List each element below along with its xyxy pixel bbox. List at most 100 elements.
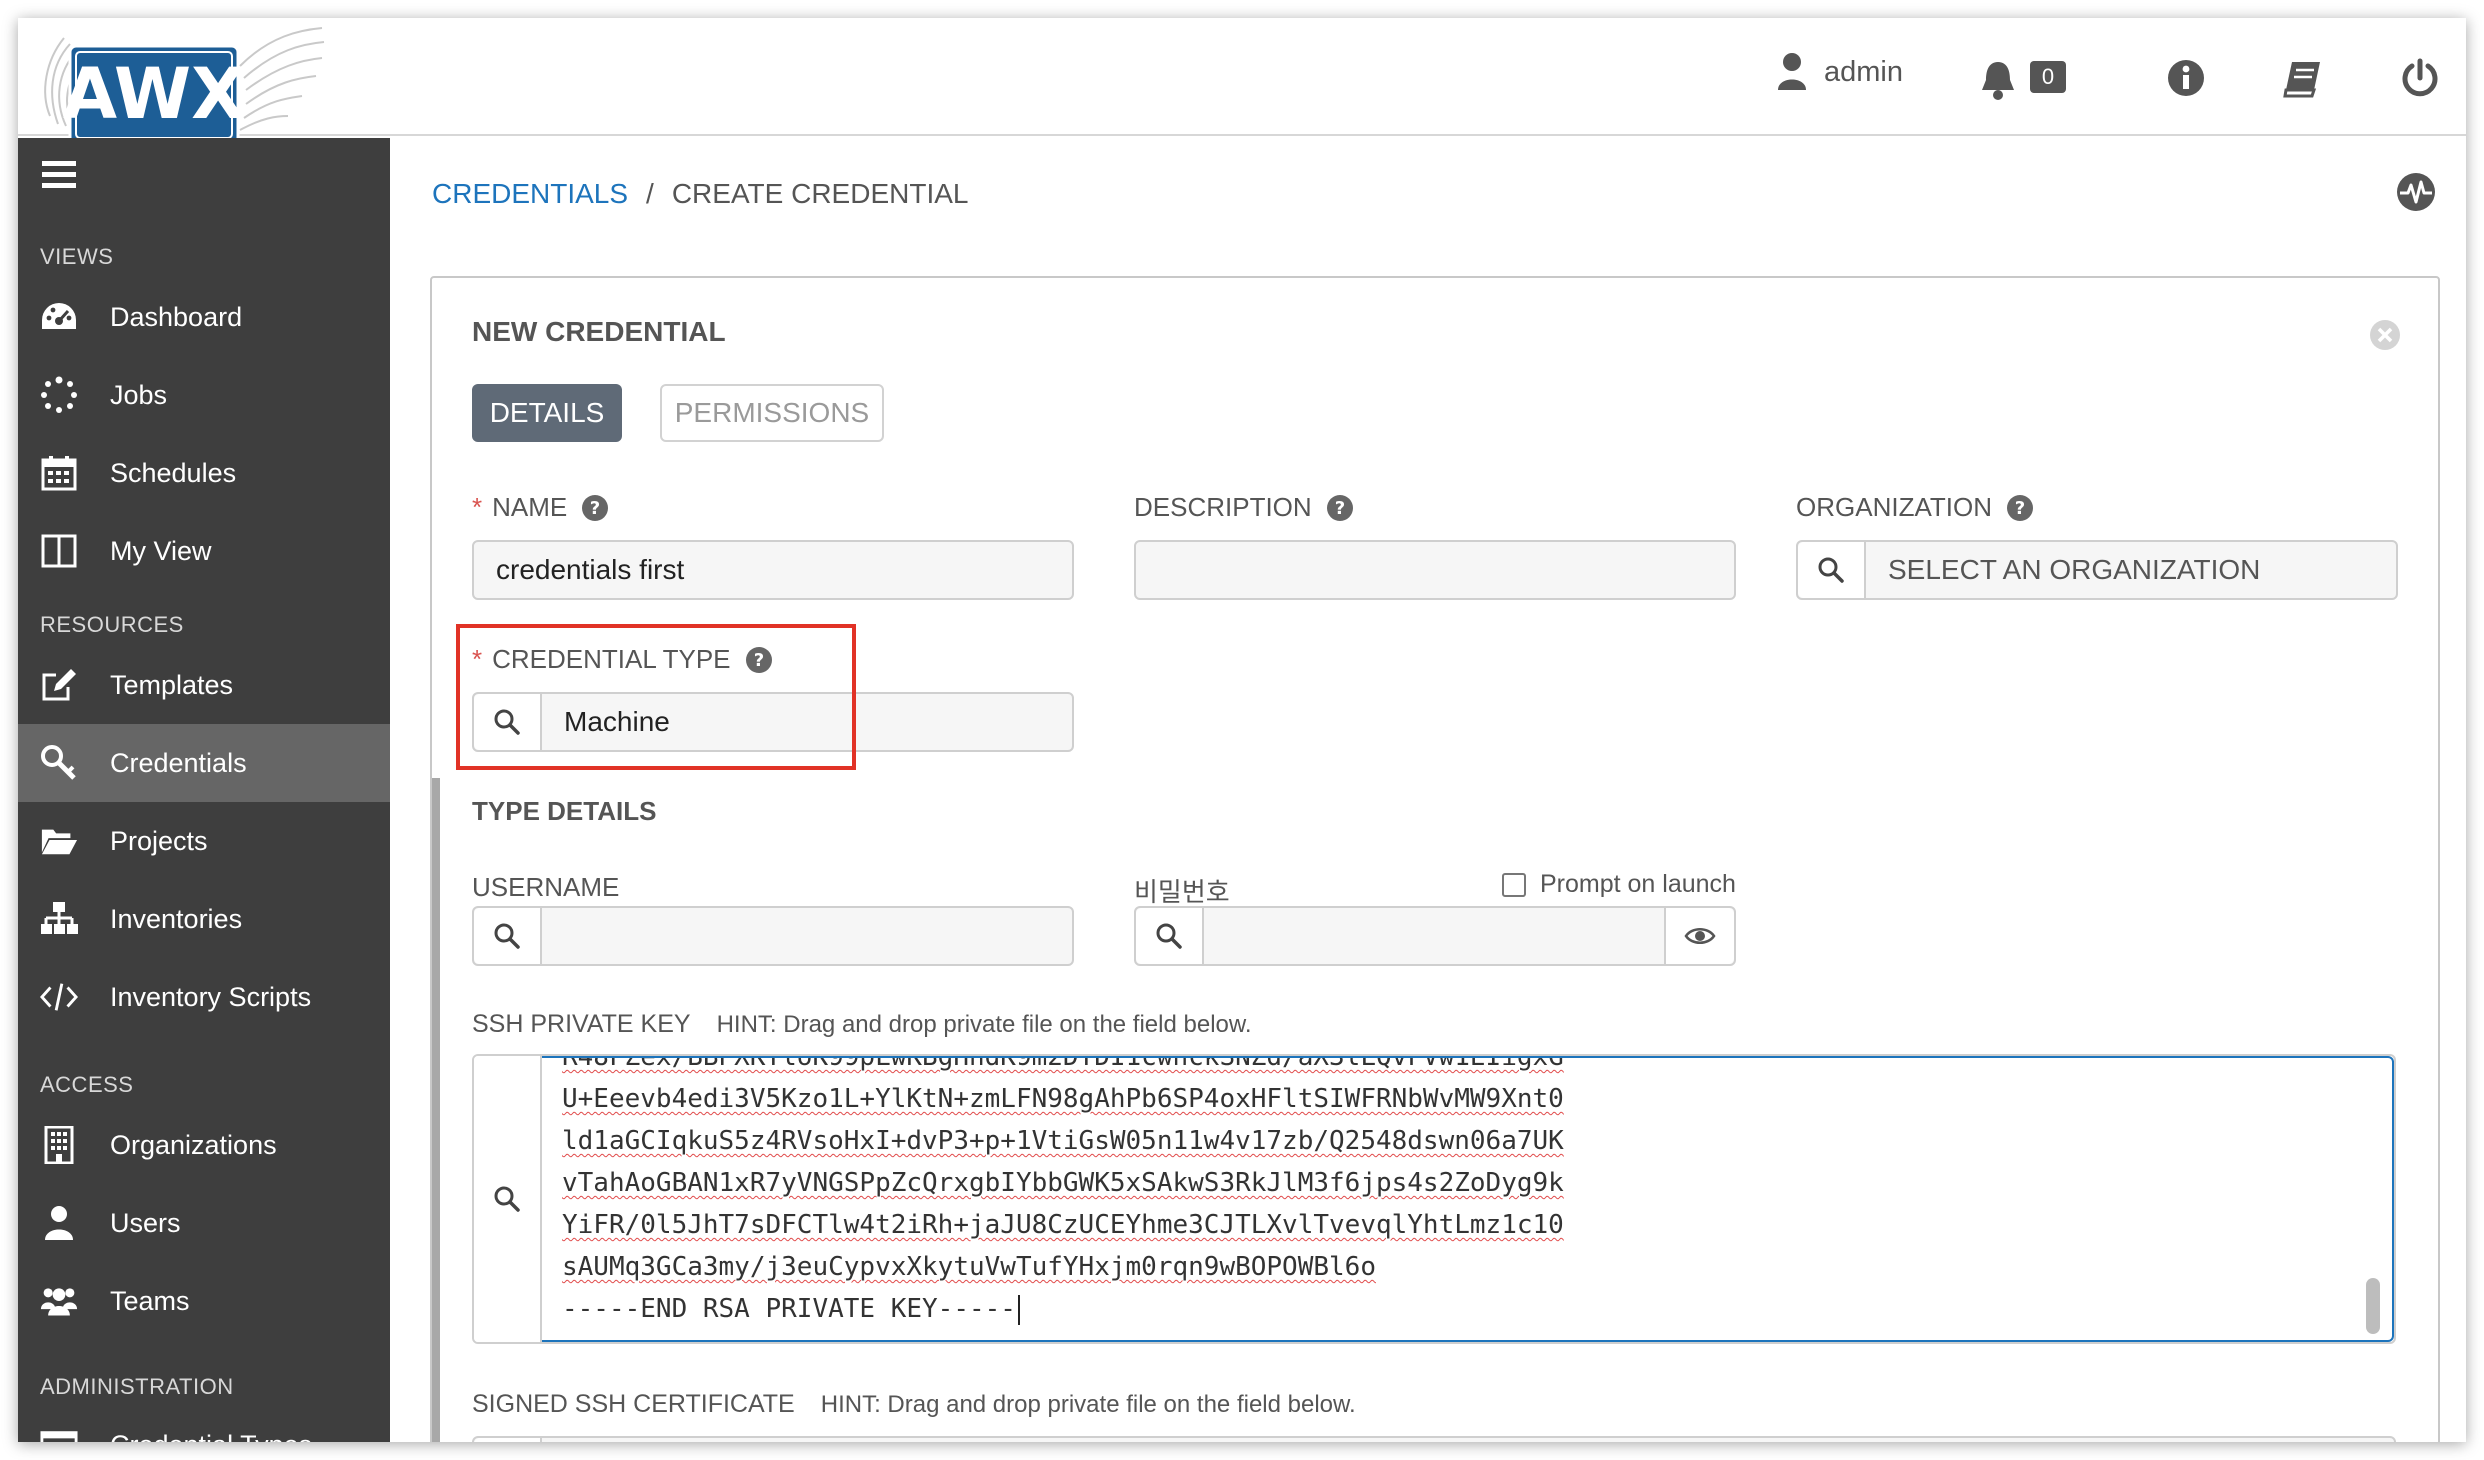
username-search-button[interactable] <box>474 908 542 964</box>
panel-scroll-indicator[interactable] <box>432 778 440 1442</box>
logout-button[interactable] <box>2400 58 2440 103</box>
power-icon <box>2402 58 2438 97</box>
app-window: AWX admin 0 VIEWS Dashboard Jobs Schedul… <box>18 18 2466 1442</box>
ssh-key-scrollbar[interactable] <box>2366 1278 2380 1334</box>
signed-cert-hint: HINT: Drag and drop private file on the … <box>820 1390 1356 1418</box>
jobs-spinner-icon <box>40 376 78 414</box>
panel-title: NEW CREDENTIAL <box>472 316 726 347</box>
password-input[interactable] <box>1134 906 1736 966</box>
ssh-key-line: -----END RSA PRIVATE KEY----- <box>562 1294 1016 1324</box>
ssh-key-hint: HINT: Drag and drop private file on the … <box>716 1010 1252 1038</box>
bell-icon <box>1982 62 2014 100</box>
user-name: admin <box>1824 55 1903 88</box>
prompt-on-launch[interactable]: Prompt on launch <box>1502 870 1736 899</box>
sidebar-item-dashboard[interactable]: Dashboard <box>18 278 390 356</box>
sidebar-item-label: Schedules <box>110 457 237 488</box>
sidebar-item-schedules[interactable]: Schedules <box>18 434 390 512</box>
organization-label-text: ORGANIZATION <box>1796 492 1992 522</box>
sidebar-item-inventory-scripts[interactable]: Inventory Scripts <box>18 958 390 1036</box>
section-access: ACCESS <box>40 1072 134 1097</box>
ssh-key-line: U+Eeevb4edi3V5Kzo1L+YlKtN+zmLFN98gAhPb6S… <box>562 1084 1564 1114</box>
id-card-icon <box>40 1426 78 1442</box>
main-content: CREDENTIALS / CREATE CREDENTIAL NEW CRED… <box>390 138 2466 1442</box>
key-icon <box>40 744 78 782</box>
show-password-button[interactable] <box>1664 908 1734 964</box>
ssh-key-textarea[interactable]: R48FZex/BBPXKTloK99pLwKBgHhdK9m2DTDI1cwh… <box>542 1056 2394 1342</box>
info-icon <box>2168 60 2204 96</box>
search-icon <box>494 1186 520 1212</box>
sidebar-item-label: Projects <box>110 825 208 856</box>
organization-placeholder: SELECT AN ORGANIZATION <box>1888 554 2261 585</box>
search-icon <box>1156 923 1182 949</box>
help-icon[interactable]: ? <box>2006 494 2034 522</box>
sitemap-icon <box>40 900 78 938</box>
section-views: VIEWS <box>40 244 114 269</box>
sidebar-item-label: Teams <box>110 1285 190 1316</box>
help-icon[interactable]: ? <box>1326 494 1354 522</box>
username-lookup[interactable] <box>472 906 1074 966</box>
password-label: 비밀번호 <box>1134 872 1230 909</box>
sidebar-item-label: Dashboard <box>110 301 243 332</box>
ssh-key-last-line-row: -----END RSA PRIVATE KEY----- <box>562 1288 2392 1330</box>
signed-cert-label-text: SIGNED SSH CERTIFICATE <box>472 1390 795 1418</box>
tab-permissions[interactable]: PERMISSIONS <box>660 384 884 442</box>
sidebar-item-projects[interactable]: Projects <box>18 802 390 880</box>
breadcrumb-credentials-link[interactable]: CREDENTIALS <box>432 178 628 210</box>
notifications-button[interactable] <box>1978 58 2018 107</box>
svg-text:?: ? <box>590 498 600 519</box>
user-menu[interactable]: admin <box>1776 52 1903 92</box>
help-icon[interactable]: ? <box>581 494 609 522</box>
dashboard-icon <box>40 298 78 336</box>
signed-cert-field[interactable] <box>472 1436 2396 1442</box>
book-icon <box>2283 62 2320 98</box>
sidebar-item-label: My View <box>110 535 212 566</box>
organization-search-button[interactable] <box>1798 542 1866 598</box>
name-input[interactable]: credentials first <box>472 540 1074 600</box>
username-label: USERNAME <box>472 872 619 903</box>
documentation-button[interactable] <box>2282 58 2324 103</box>
sidebar-item-credentials[interactable]: Credentials <box>18 724 390 802</box>
activity-stream-icon <box>2397 173 2435 211</box>
sidebar-item-label: Inventories <box>110 903 243 934</box>
sidebar-item-users[interactable]: Users <box>18 1184 390 1262</box>
calendar-icon <box>40 454 78 492</box>
code-icon <box>40 978 78 1016</box>
awx-logo[interactable]: AWX <box>40 26 330 154</box>
ssh-key-line: vTahAoGBAN1xR7yVNGSPpZcQrxgbIYbbGWK5xSAk… <box>562 1168 1564 1198</box>
name-label-text: NAME <box>492 492 568 522</box>
search-icon <box>494 923 520 949</box>
sidebar-item-my-view[interactable]: My View <box>18 512 390 590</box>
close-panel-button[interactable] <box>2368 318 2402 357</box>
breadcrumb: CREDENTIALS / CREATE CREDENTIAL <box>432 178 968 210</box>
users-icon <box>40 1282 78 1320</box>
ssh-key-label-text: SSH PRIVATE KEY <box>472 1010 691 1038</box>
breadcrumb-current: CREATE CREDENTIAL <box>671 178 969 209</box>
description-label-text: DESCRIPTION <box>1134 492 1312 522</box>
eye-icon <box>1684 928 1716 944</box>
about-button[interactable] <box>2166 58 2206 103</box>
sidebar-item-label: Inventory Scripts <box>110 981 312 1012</box>
ssh-key-field: R48FZex/BBPXKTloK99pLwKBgHhdK9m2DTDI1cwh… <box>472 1054 2396 1344</box>
pencil-square-icon <box>40 666 78 704</box>
password-search-button[interactable] <box>1136 908 1204 964</box>
prompt-on-launch-checkbox[interactable] <box>1502 872 1526 897</box>
text-caret <box>1017 1294 1020 1325</box>
folder-open-icon <box>40 822 78 860</box>
activity-stream-button[interactable] <box>2396 172 2436 217</box>
menu-toggle-button[interactable] <box>42 160 76 195</box>
sidebar-item-teams[interactable]: Teams <box>18 1262 390 1340</box>
organization-lookup[interactable]: SELECT AN ORGANIZATION <box>1796 540 2398 600</box>
sidebar-item-organizations[interactable]: Organizations <box>18 1106 390 1184</box>
notification-count-badge: 0 <box>2030 61 2066 93</box>
name-label: * NAME ? <box>472 492 609 523</box>
sidebar-item-inventories[interactable]: Inventories <box>18 880 390 958</box>
description-input[interactable] <box>1134 540 1736 600</box>
sidebar-item-templates[interactable]: Templates <box>18 646 390 724</box>
ssh-key-search-button[interactable] <box>474 1056 542 1342</box>
tab-details[interactable]: DETAILS <box>472 384 622 442</box>
name-input-value: credentials first <box>496 554 685 585</box>
signed-cert-search-button[interactable] <box>474 1438 542 1442</box>
sidebar-item-jobs[interactable]: Jobs <box>18 356 390 434</box>
logo-text: AWX <box>63 53 245 135</box>
sidebar-item-credential-types[interactable]: Credential Types <box>18 1406 390 1442</box>
